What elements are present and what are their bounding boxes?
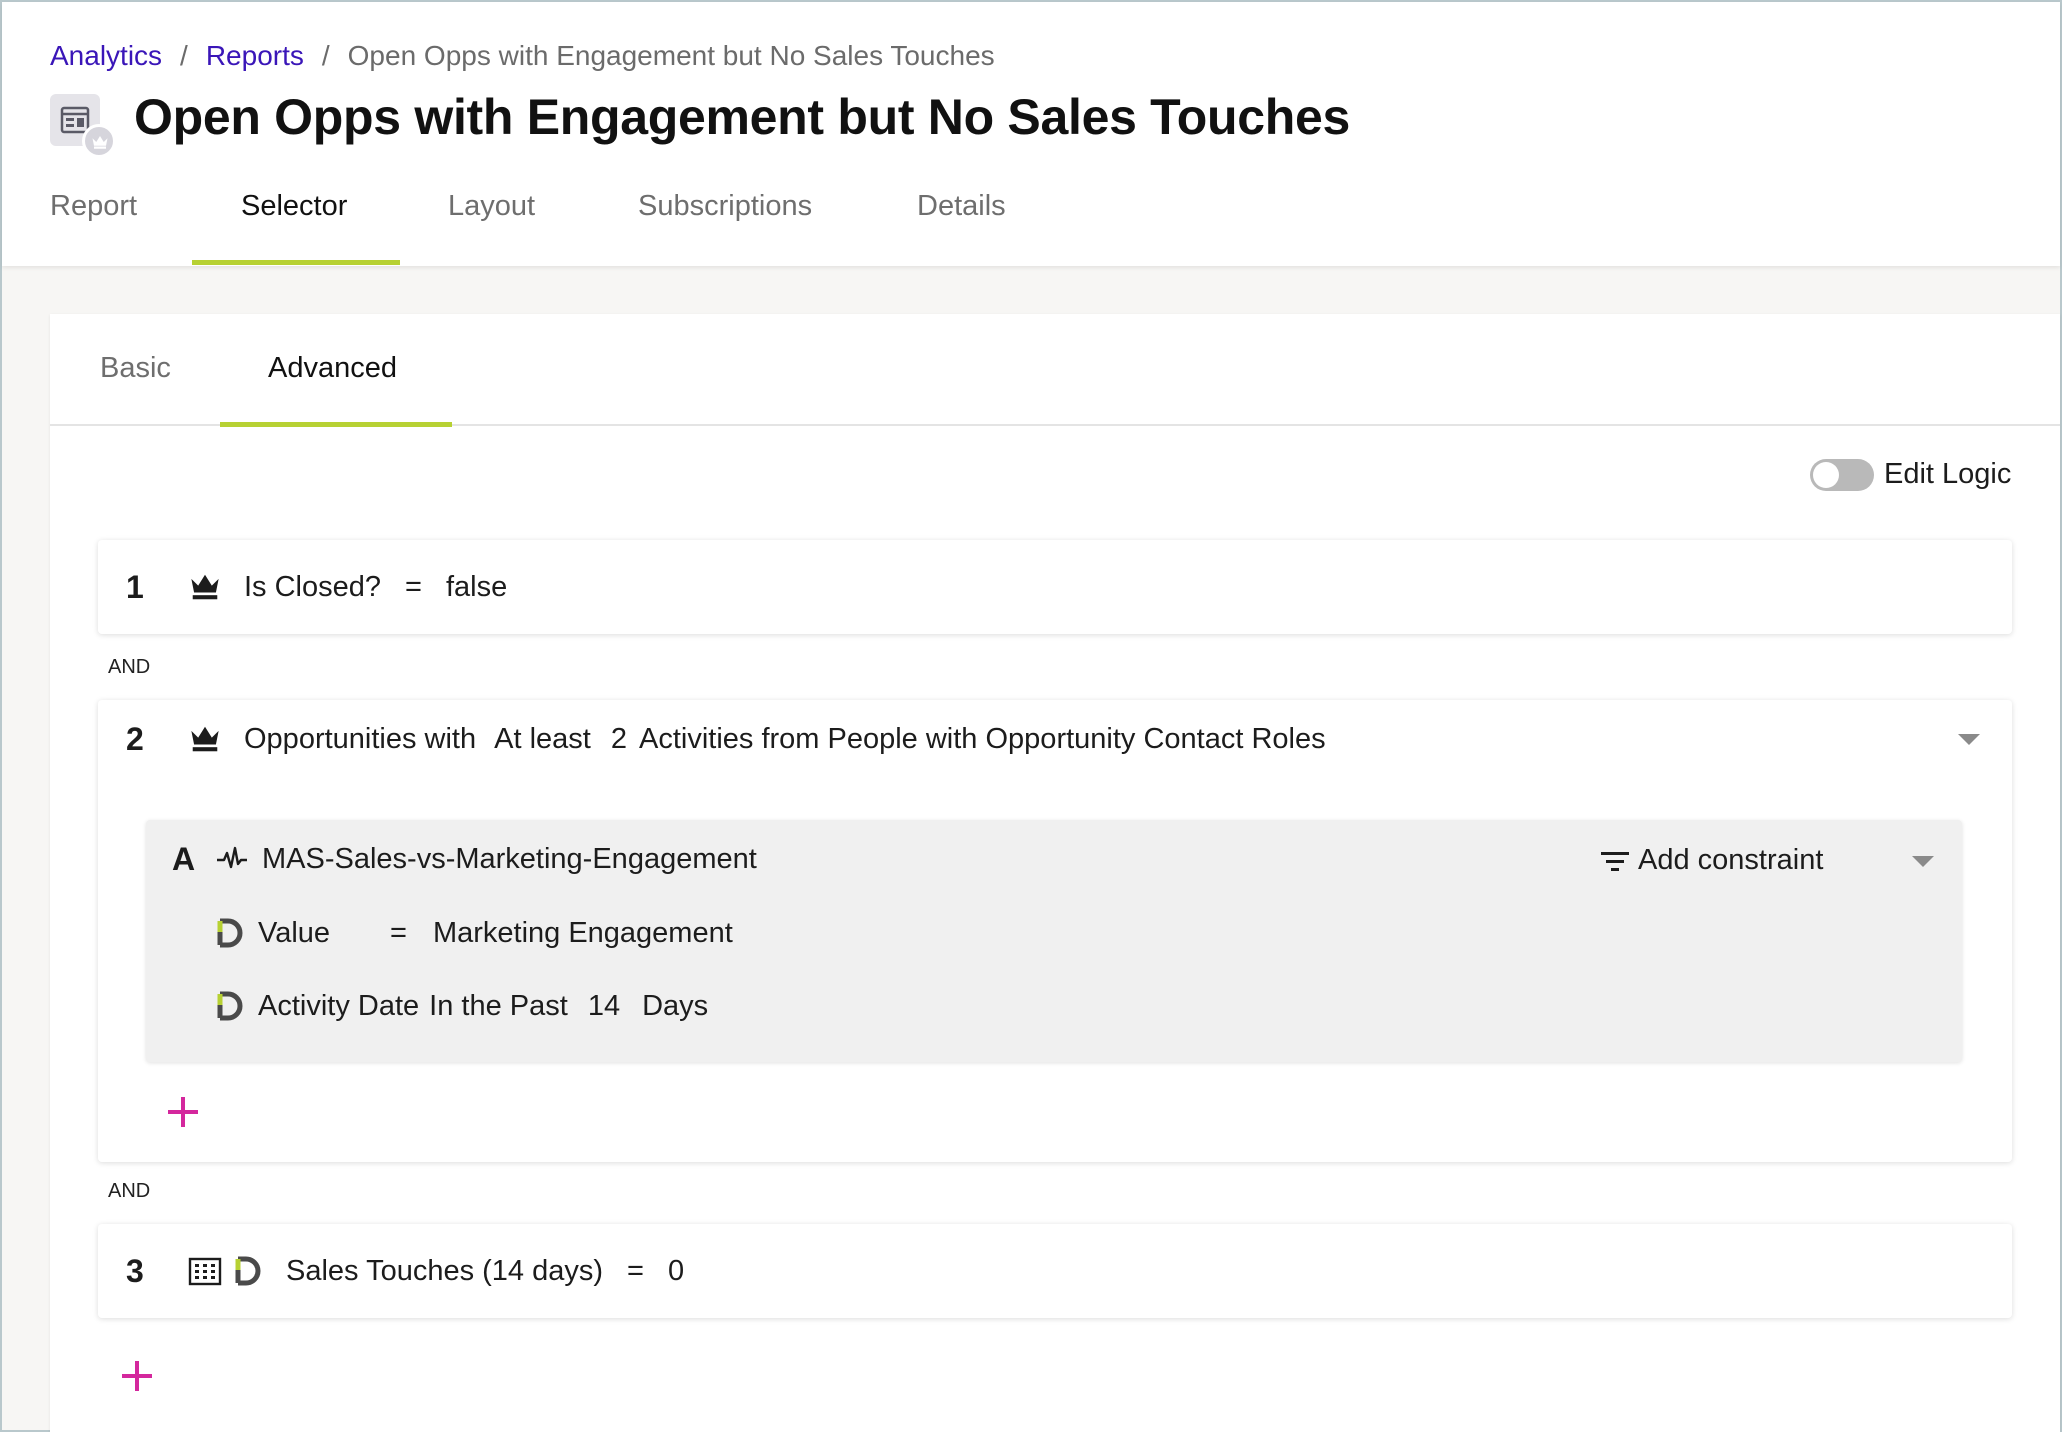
constraint-field[interactable]: Value xyxy=(258,917,370,950)
constraint-operator[interactable]: In the Past xyxy=(429,990,568,1023)
d-logo-icon xyxy=(216,918,244,948)
tab-advanced[interactable]: Advanced xyxy=(268,352,397,385)
filter-icon xyxy=(1601,851,1629,871)
tab-subscriptions[interactable]: Subscriptions xyxy=(638,190,812,223)
and-connector: AND xyxy=(108,1180,151,1202)
crown-icon xyxy=(188,724,222,754)
constraint-row[interactable]: Activity Date In the Past 14 Days xyxy=(146,966,1962,1046)
constraint-row[interactable]: Value = Marketing Engagement xyxy=(146,900,1962,966)
constraint-caret[interactable] xyxy=(1912,856,1934,867)
tab-selector[interactable]: Selector xyxy=(241,190,347,223)
rule-value[interactable]: 0 xyxy=(668,1255,684,1288)
add-constraint-label: Add constraint xyxy=(1638,844,1824,876)
breadcrumb-analytics-link[interactable]: Analytics xyxy=(50,40,162,72)
constraint-field[interactable]: Activity Date xyxy=(258,990,419,1023)
rule-card-2[interactable]: 2 Opportunities with At least 2 Activiti… xyxy=(98,700,2012,1162)
d-logo-icon xyxy=(234,1256,262,1286)
breadcrumb-reports-link[interactable]: Reports xyxy=(206,40,304,72)
breadcrumb-separator: / xyxy=(321,40,330,71)
toggle-switch[interactable] xyxy=(1810,458,1874,491)
edit-logic-toggle[interactable]: Edit Logic xyxy=(1810,458,2011,491)
selector-panel: Basic Advanced Edit Logic 1 Is Closed? =… xyxy=(50,314,2060,1432)
rule-number: 3 xyxy=(126,1252,144,1289)
rule-description[interactable]: Activities from People with Opportunity … xyxy=(639,723,1326,756)
rule-card-1[interactable]: 1 Is Closed? = false xyxy=(98,540,2012,634)
constraint-unit[interactable]: Days xyxy=(642,990,708,1023)
page-title: Open Opps with Engagement but No Sales T… xyxy=(134,89,1350,145)
plus-icon xyxy=(122,1361,152,1391)
breadcrumb-separator: / xyxy=(180,40,188,71)
tab-details[interactable]: Details xyxy=(917,190,1006,223)
building-icon xyxy=(188,1256,222,1286)
rule-number: 1 xyxy=(126,568,144,605)
collapse-caret[interactable] xyxy=(1958,734,1980,745)
activity-name[interactable]: MAS-Sales-vs-Marketing-Engagement xyxy=(262,843,757,876)
rule-field[interactable]: Sales Touches (14 days) xyxy=(286,1255,603,1288)
constraint-value[interactable]: 14 xyxy=(588,990,620,1023)
constraint-value[interactable]: Marketing Engagement xyxy=(433,917,733,950)
rule-value[interactable]: false xyxy=(446,571,507,604)
tab-layout[interactable]: Layout xyxy=(448,190,535,223)
rule-operator[interactable]: = xyxy=(405,571,422,604)
rule-field[interactable]: Is Closed? xyxy=(244,571,381,604)
and-connector: AND xyxy=(108,656,151,678)
active-subtab-indicator xyxy=(220,422,452,427)
add-rule-button[interactable] xyxy=(120,1350,154,1402)
plus-icon xyxy=(168,1097,198,1127)
rule-operator[interactable]: = xyxy=(627,1255,644,1288)
report-type-icon xyxy=(50,94,116,158)
activity-pulse-icon xyxy=(216,846,248,872)
rule-quantifier[interactable]: At least xyxy=(494,723,591,756)
activity-filter-card: A MAS-Sales-vs-Marketing-Engagement Add … xyxy=(146,820,1962,1062)
top-tabs: Report Selector Layout Subscriptions Det… xyxy=(2,178,1202,266)
rule-count[interactable]: 2 xyxy=(611,723,627,756)
rule-card-3[interactable]: 3 Sales Touches (14 days) = 0 xyxy=(98,1224,2012,1318)
rule-number: 2 xyxy=(126,720,144,757)
rule-prefix: Opportunities with xyxy=(244,722,477,755)
tab-basic[interactable]: Basic xyxy=(100,352,171,385)
page-header: Analytics / Reports / Open Opps with Eng… xyxy=(2,2,2060,266)
crown-icon xyxy=(92,136,108,149)
add-constraint-button[interactable]: Add constraint xyxy=(1600,844,1823,877)
breadcrumb: Analytics / Reports / Open Opps with Eng… xyxy=(50,40,995,72)
d-logo-icon xyxy=(216,991,244,1021)
sub-tabs: Basic Advanced xyxy=(50,314,2060,427)
edit-logic-label: Edit Logic xyxy=(1884,458,2012,490)
add-activity-constraint-button[interactable] xyxy=(166,1086,200,1138)
sub-letter: A xyxy=(172,840,196,877)
constraint-operator[interactable]: = xyxy=(390,917,407,950)
breadcrumb-current: Open Opps with Engagement but No Sales T… xyxy=(347,40,995,71)
tab-report[interactable]: Report xyxy=(50,190,137,223)
active-tab-indicator xyxy=(192,260,400,265)
crown-icon xyxy=(188,572,222,602)
